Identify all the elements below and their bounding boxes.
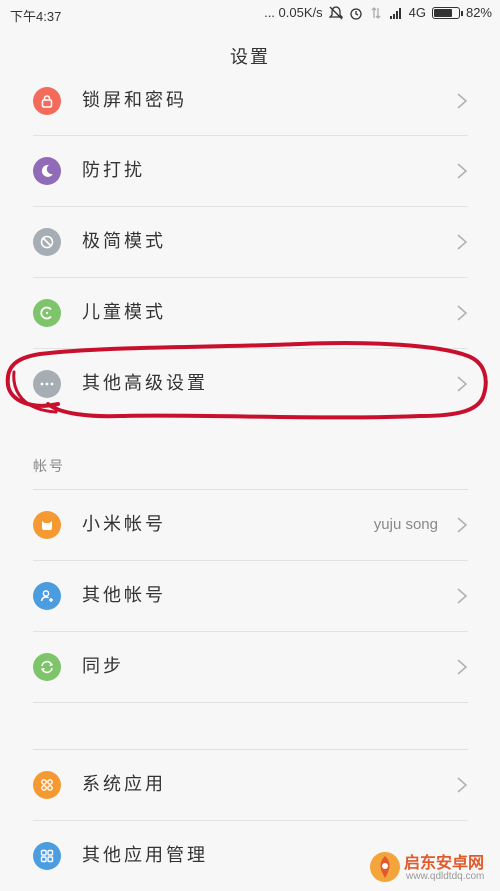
sync-icon — [33, 653, 61, 681]
kids-icon — [33, 299, 61, 327]
row-label: 系统应用 — [82, 774, 166, 795]
watermark-logo: 启东安卓网 www.qdldtdq.com — [366, 847, 496, 887]
compass-icon — [33, 228, 61, 256]
watermark-name: 启东安卓网 — [404, 853, 485, 872]
lock-icon — [33, 87, 61, 115]
chevron-right-icon — [457, 517, 468, 533]
signal-icon — [389, 7, 401, 19]
settings-row-do-not-disturb[interactable]: 防打扰 — [0, 136, 500, 206]
status-bar: 下午4:37 ... 0.05K/s 4G 82% — [0, 0, 500, 28]
user-add-icon — [33, 582, 61, 610]
status-icons: ... 0.05K/s 4G 82% — [264, 5, 492, 20]
settings-row-system-apps[interactable]: 系统应用 — [0, 750, 500, 820]
status-time: 下午4:37 — [10, 9, 62, 24]
row-label: 儿童模式 — [82, 302, 166, 323]
apps-icon — [33, 771, 61, 799]
chevron-right-icon — [457, 234, 468, 250]
settings-row-kids-mode[interactable]: 儿童模式 — [0, 278, 500, 348]
row-label: 防打扰 — [82, 160, 145, 181]
network-speed: ... 0.05K/s — [264, 5, 323, 20]
settings-row-other-accounts[interactable]: 其他帐号 — [0, 561, 500, 631]
more-icon — [33, 370, 61, 398]
chevron-right-icon — [457, 376, 468, 392]
grid-icon — [33, 842, 61, 870]
chevron-right-icon — [457, 163, 468, 179]
divider — [33, 702, 468, 703]
data-transfer-icon — [371, 6, 381, 19]
chevron-right-icon — [457, 659, 468, 675]
battery-percent: 82% — [465, 5, 492, 20]
alarm-icon — [349, 7, 362, 20]
chevron-right-icon — [457, 93, 468, 109]
chevron-right-icon — [457, 305, 468, 321]
battery-icon — [431, 6, 463, 19]
row-label: 锁屏和密码 — [82, 90, 187, 111]
row-label: 其他帐号 — [82, 585, 166, 606]
settings-row-lock-password[interactable]: 锁屏和密码 — [0, 66, 500, 136]
row-label: 极简模式 — [82, 231, 166, 252]
watermark-icon — [370, 852, 400, 882]
chevron-right-icon — [457, 588, 468, 604]
account-name: yuju song — [373, 516, 438, 533]
row-label: 其他应用管理 — [82, 845, 208, 866]
settings-row-sync[interactable]: 同步 — [0, 632, 500, 702]
moon-icon — [33, 157, 61, 185]
row-label: 同步 — [82, 656, 124, 677]
row-label: 其他高级设置 — [82, 373, 208, 394]
chevron-right-icon — [457, 777, 468, 793]
settings-row-minimal-mode[interactable]: 极简模式 — [0, 207, 500, 277]
mute-icon — [328, 5, 343, 19]
settings-row-advanced-settings[interactable]: 其他高级设置 — [0, 349, 500, 419]
network-type: 4G — [408, 5, 426, 20]
mi-account-icon — [33, 511, 61, 539]
settings-row-mi-account[interactable]: 小米帐号 yuju song — [0, 490, 500, 560]
row-label: 小米帐号 — [82, 514, 166, 535]
watermark-url: www.qdldtdq.com — [406, 871, 485, 882]
section-header-account: 帐号 — [33, 459, 65, 475]
